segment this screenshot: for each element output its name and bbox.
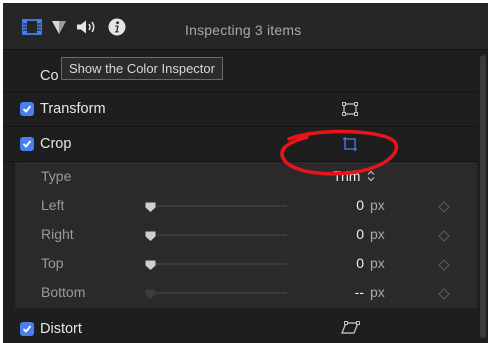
info-inspector-icon[interactable]: [107, 17, 127, 37]
crop-bottom-slider[interactable]: [149, 292, 287, 294]
keyframe-diamond-icon[interactable]: [438, 287, 450, 305]
transform-checkbox[interactable]: [20, 102, 34, 116]
annotation-circle: [273, 127, 401, 182]
crop-bottom-label: Bottom: [41, 284, 86, 300]
crop-left-label: Left: [41, 197, 65, 213]
crop-checkbox[interactable]: [20, 137, 34, 151]
crop-right-unit: px: [370, 226, 385, 242]
transform-onscreen-control-icon[interactable]: [342, 101, 358, 122]
inspector-panel: Inspecting 3 items Co Transform Crop Typ…: [3, 3, 488, 343]
crop-top-slider[interactable]: [149, 263, 287, 265]
audio-inspector-icon[interactable]: [75, 17, 99, 37]
crop-type-row: Type Trim: [15, 162, 477, 191]
crop-bottom-unit: px: [370, 284, 385, 300]
crop-left-value[interactable]: 0: [356, 197, 364, 213]
section-crop[interactable]: Crop: [3, 127, 479, 162]
keyframe-diamond-icon[interactable]: [438, 258, 450, 276]
slider-thumb[interactable]: [145, 287, 156, 305]
crop-right-row: Right 0 px: [15, 220, 477, 249]
slider-thumb[interactable]: [145, 200, 156, 218]
crop-right-value[interactable]: 0: [356, 226, 364, 242]
crop-top-row: Top 0 px: [15, 249, 477, 278]
section-distort[interactable]: Distort: [3, 312, 479, 343]
color-row-label: Co: [40, 68, 59, 84]
video-inspector-icon[interactable]: [21, 17, 43, 37]
transform-label: Transform: [40, 101, 106, 117]
crop-params: Type Trim Left 0 px Right 0 px Top 0 px …: [15, 162, 477, 308]
crop-top-unit: px: [370, 255, 385, 271]
keyframe-diamond-icon[interactable]: [438, 229, 450, 247]
distort-onscreen-control-icon[interactable]: [340, 321, 360, 340]
crop-left-unit: px: [370, 197, 385, 213]
slider-thumb[interactable]: [145, 229, 156, 247]
scrollbar[interactable]: [480, 55, 486, 338]
crop-bottom-row: Bottom -- px: [15, 278, 477, 307]
crop-right-label: Right: [41, 226, 74, 242]
color-inspector-icon[interactable]: [50, 17, 68, 37]
crop-type-label: Type: [41, 168, 72, 184]
header-title: Inspecting 3 items: [185, 22, 302, 38]
crop-left-row: Left 0 px: [15, 191, 477, 220]
inspector-header: Inspecting 3 items: [3, 3, 488, 50]
distort-label: Distort: [40, 321, 82, 337]
crop-label: Crop: [40, 136, 72, 152]
section-transform[interactable]: Transform: [3, 92, 479, 127]
distort-checkbox[interactable]: [20, 322, 34, 336]
tooltip: Show the Color Inspector: [61, 57, 223, 80]
crop-right-slider[interactable]: [149, 234, 287, 236]
crop-bottom-value[interactable]: --: [355, 284, 364, 300]
crop-top-value[interactable]: 0: [356, 255, 364, 271]
keyframe-diamond-icon[interactable]: [438, 200, 450, 218]
slider-thumb[interactable]: [145, 258, 156, 276]
inspector-content: Co Transform Crop Type Trim Left 0 px Ri…: [3, 50, 488, 343]
crop-left-slider[interactable]: [149, 205, 287, 207]
crop-top-label: Top: [41, 255, 64, 271]
